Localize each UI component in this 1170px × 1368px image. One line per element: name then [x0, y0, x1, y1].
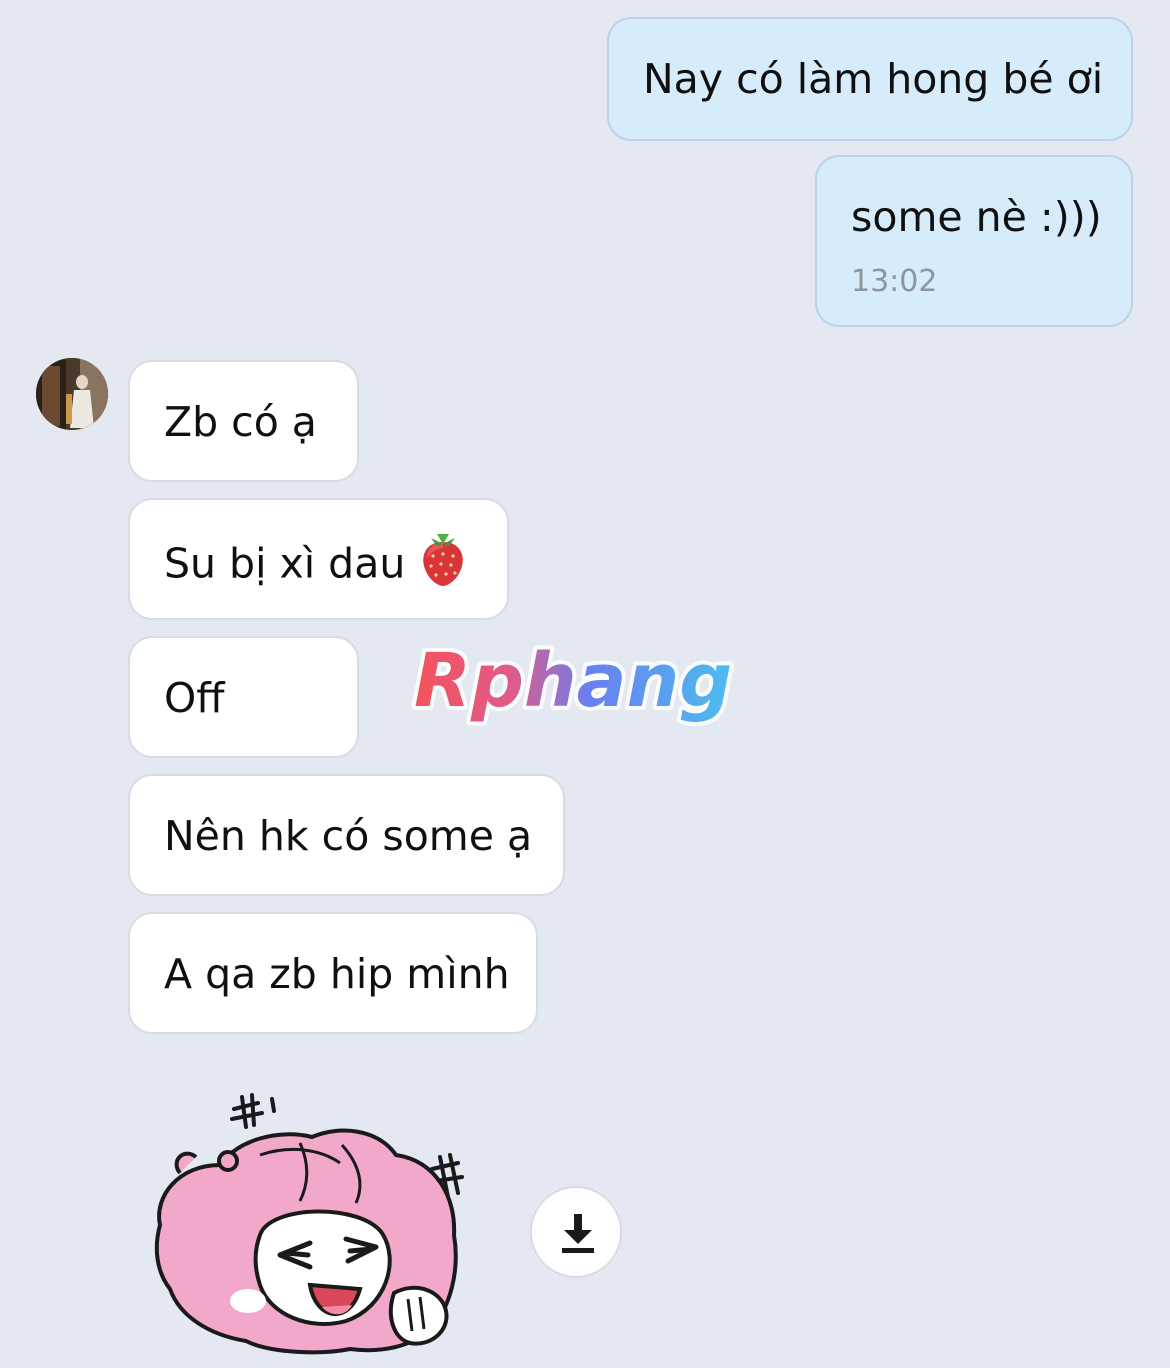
download-icon — [562, 1214, 594, 1253]
incoming-message[interactable]: Zb có ạ — [128, 360, 359, 482]
message-timestamp: 13:02 — [851, 264, 938, 299]
message-text-row: Su bị xì dau — [164, 534, 467, 593]
download-button[interactable] — [530, 1186, 622, 1278]
message-text: A qa zb hip mình — [164, 950, 510, 998]
incoming-message[interactable]: Off — [128, 636, 359, 758]
chat-thread: Nay có làm hong bé ơi some nè :))) 13:02… — [0, 0, 1170, 1368]
outgoing-message[interactable]: some nè :))) 13:02 — [815, 155, 1133, 327]
incoming-message[interactable]: A qa zb hip mình — [128, 912, 538, 1034]
watermark-logo: Rphang Rphang — [410, 634, 770, 730]
message-text: some nè :))) — [851, 193, 1102, 241]
avatar[interactable] — [36, 358, 108, 430]
incoming-message[interactable]: Su bị xì dau — [128, 498, 509, 620]
incoming-message[interactable]: Nên hk có some ạ — [128, 774, 565, 896]
message-text: Zb có ạ — [164, 398, 317, 446]
pink-blob-laughing-sticker[interactable] — [150, 1085, 480, 1355]
watermark-text: Rphang — [414, 640, 732, 724]
message-text: Nay có làm hong bé ơi — [643, 55, 1104, 103]
message-text: Nên hk có some ạ — [164, 812, 533, 860]
message-text: Off — [164, 674, 225, 722]
message-text: Su bị xì dau — [164, 539, 406, 588]
outgoing-message[interactable]: Nay có làm hong bé ơi — [607, 17, 1133, 141]
strawberry-icon — [419, 532, 467, 593]
